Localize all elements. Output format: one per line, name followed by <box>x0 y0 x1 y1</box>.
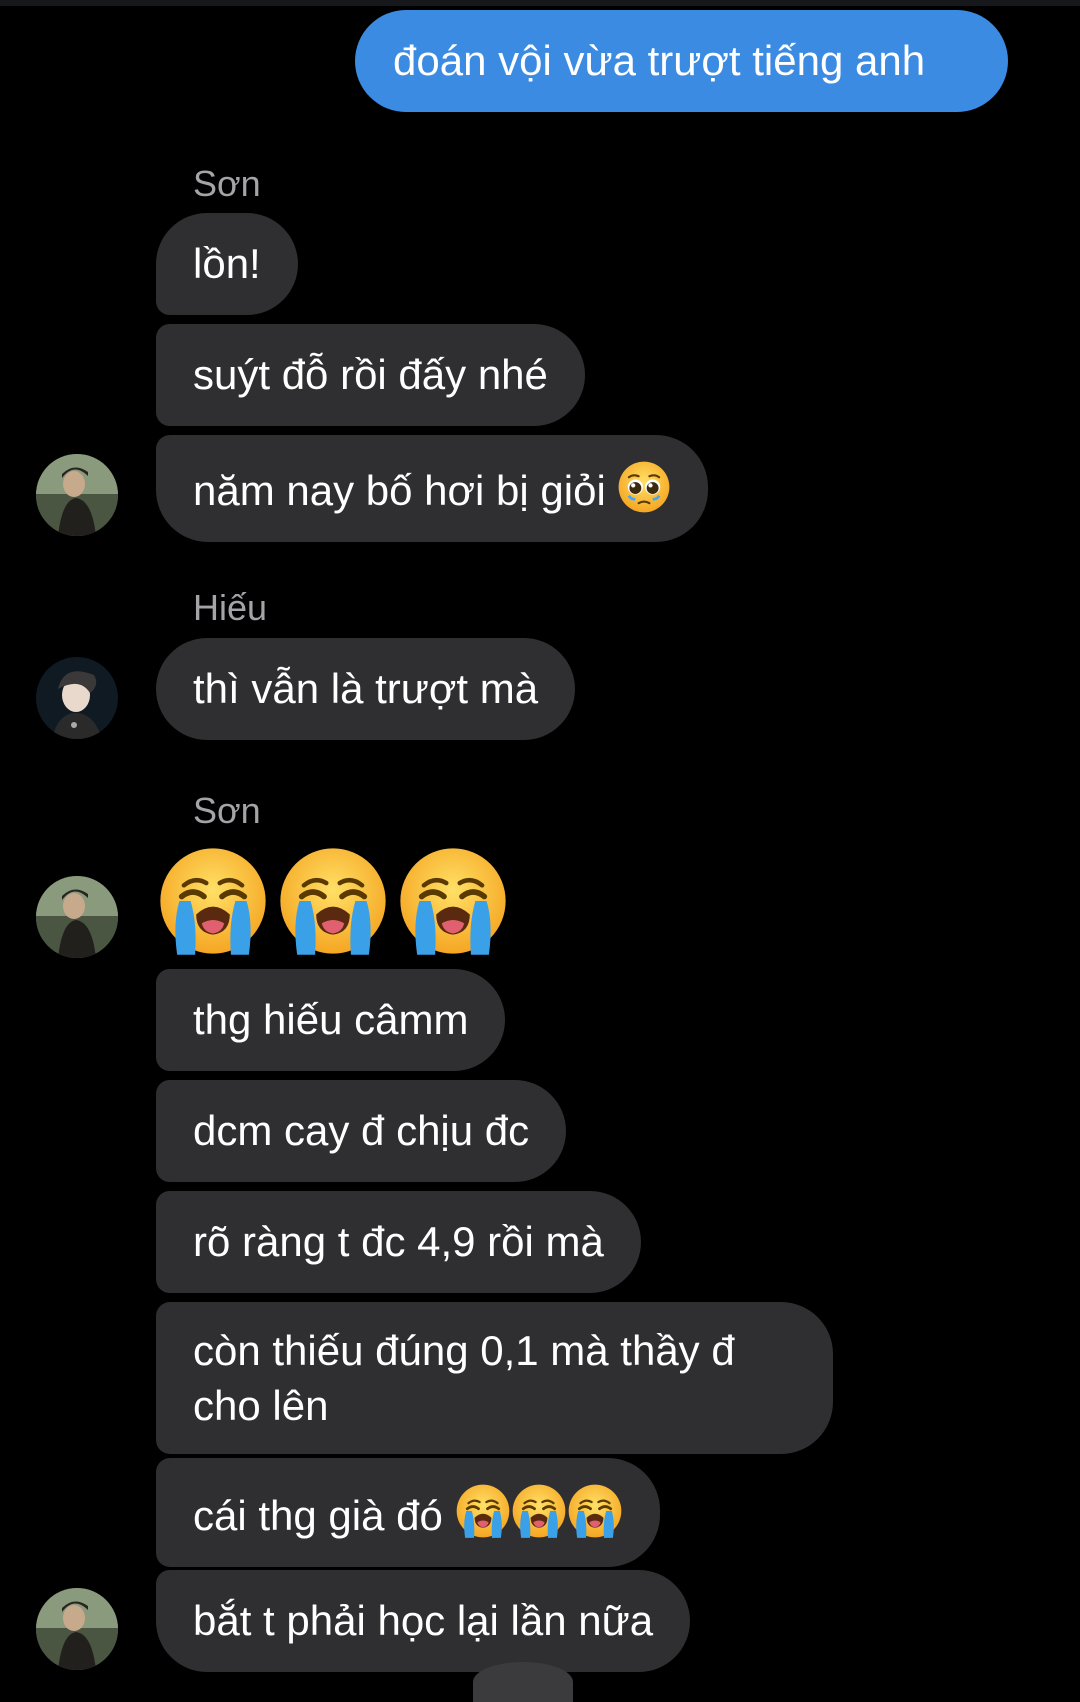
loudly-crying-face-icon <box>277 845 389 957</box>
avatar-son[interactable] <box>36 1588 118 1670</box>
sender-name: Hiếu <box>193 587 268 628</box>
incoming-message[interactable]: lồn! <box>156 213 298 315</box>
incoming-message[interactable]: dcm cay đ chịu đc <box>156 1080 567 1182</box>
incoming-message[interactable]: thì vẫn là trượt mà <box>156 638 576 740</box>
message-text: thg hiếu câmm <box>193 996 469 1043</box>
avatar-son[interactable] <box>36 876 118 958</box>
message-text: thì vẫn là trượt mà <box>193 665 539 712</box>
message-text: còn thiếu đúng 0,1 mà thầy đ cho lên <box>193 1327 735 1429</box>
message-text: suýt đỗ rồi đấy nhé <box>193 351 548 398</box>
message-text: lồn! <box>193 240 261 287</box>
message-text: đoán vội vừa trượt tiếng anh <box>393 37 926 84</box>
loudly-crying-face-icon <box>567 1483 623 1539</box>
outgoing-message[interactable]: đoán vội vừa trượt tiếng anh <box>355 10 1008 112</box>
sender-name: Sơn <box>193 163 261 204</box>
sender-name: Sơn <box>193 790 261 831</box>
scroll-indicator[interactable] <box>473 1662 573 1702</box>
incoming-message[interactable]: năm nay bố hơi bị giỏi <box>156 435 709 542</box>
incoming-message[interactable]: suýt đỗ rồi đấy nhé <box>156 324 585 426</box>
incoming-message[interactable]: còn thiếu đúng 0,1 mà thầy đ cho lên <box>156 1302 833 1454</box>
loudly-crying-face-icon <box>397 845 509 957</box>
incoming-message[interactable]: cái thg già đó <box>156 1458 660 1567</box>
incoming-message[interactable]: rõ ràng t đc 4,9 rồi mà <box>156 1191 641 1293</box>
message-text: rõ ràng t đc 4,9 rồi mà <box>193 1218 604 1265</box>
avatar-son[interactable] <box>36 454 118 536</box>
loudly-crying-face-icon <box>157 845 269 957</box>
message-text: cái thg già đó <box>193 1492 443 1539</box>
pleading-face-icon <box>617 460 671 514</box>
message-text: bắt t phải học lại lần nữa <box>193 1597 654 1644</box>
avatar-hieu[interactable] <box>36 657 118 739</box>
loudly-crying-face-icon <box>511 1483 567 1539</box>
message-text: năm nay bố hơi bị giỏi <box>193 467 606 514</box>
status-bar-edge <box>0 0 1080 6</box>
emoji-message[interactable] <box>157 845 509 957</box>
message-text: dcm cay đ chịu đc <box>193 1107 530 1154</box>
incoming-message[interactable]: bắt t phải học lại lần nữa <box>156 1570 691 1672</box>
incoming-message[interactable]: thg hiếu câmm <box>156 969 506 1071</box>
loudly-crying-face-icon <box>455 1483 511 1539</box>
